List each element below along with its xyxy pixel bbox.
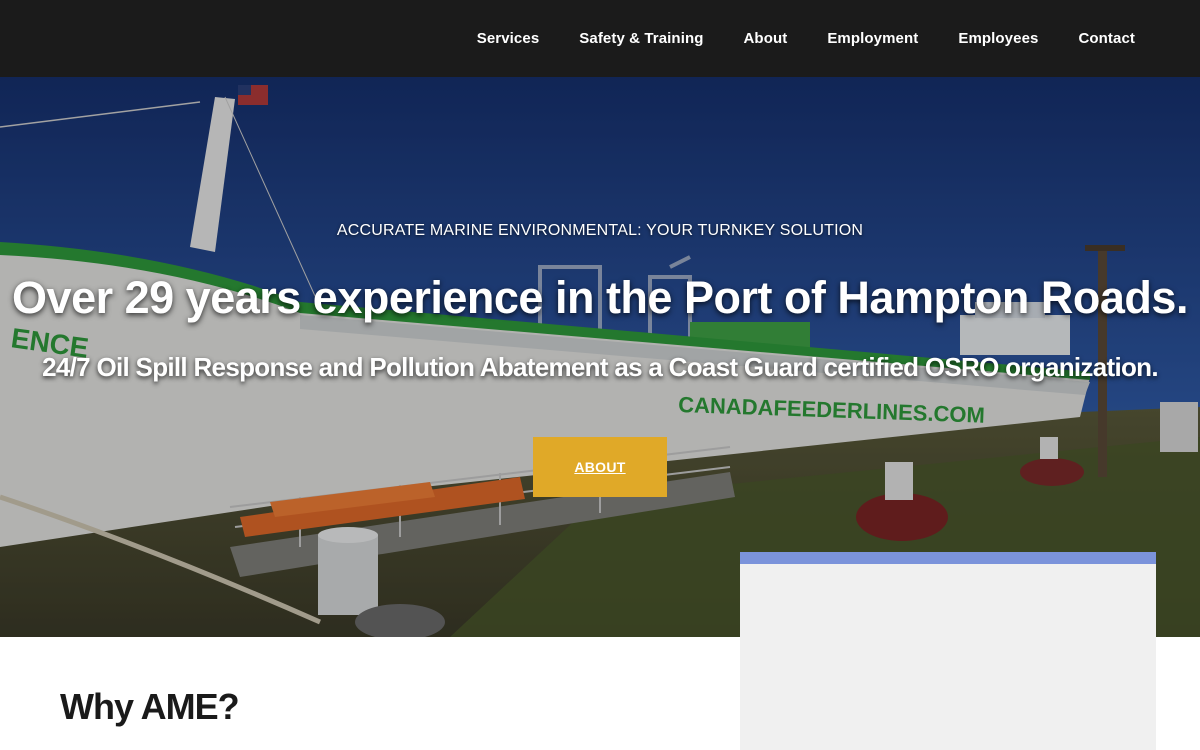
hero-subhead: 24/7 Oil Spill Response and Pollution Ab…: [42, 352, 1158, 382]
nav-contact[interactable]: Contact: [1078, 30, 1135, 47]
nav-about[interactable]: About: [744, 30, 788, 47]
about-button[interactable]: ABOUT: [533, 437, 667, 497]
hero-kicker: ACCURATE MARINE ENVIRONMENTAL: YOUR TURN…: [336, 222, 864, 239]
side-card: [740, 552, 1156, 750]
nav-safety-training[interactable]: Safety & Training: [579, 30, 703, 47]
nav-employees[interactable]: Employees: [958, 30, 1038, 47]
hero-headline: Over 29 years experience in the Port of …: [12, 272, 1188, 323]
section-title: Why AME?: [60, 686, 240, 727]
nav-employment[interactable]: Employment: [827, 30, 918, 47]
site-header: Services Safety & Training About Employm…: [0, 0, 1200, 77]
nav-services[interactable]: Services: [477, 30, 540, 47]
main-nav: Services Safety & Training About Employm…: [477, 0, 1135, 77]
